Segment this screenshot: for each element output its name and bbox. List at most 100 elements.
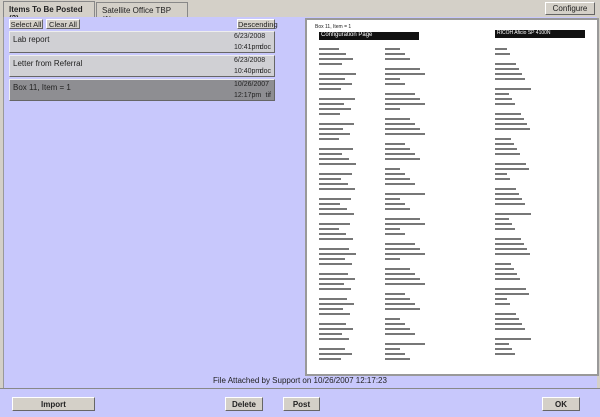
doc-text-line — [319, 213, 354, 215]
doc-text-line — [385, 158, 420, 160]
doc-text-line — [495, 113, 521, 115]
doc-text-line — [319, 333, 342, 335]
doc-text-line — [319, 248, 349, 250]
doc-text-line — [495, 163, 526, 165]
doc-text-line — [319, 73, 356, 75]
doc-text-line — [319, 228, 339, 230]
doc-text-line — [495, 98, 512, 100]
doc-text-line — [495, 143, 514, 145]
doc-text-line — [495, 343, 509, 345]
tab-items-to-be-posted[interactable]: Items To Be Posted (3) — [3, 1, 95, 23]
doc-text-line — [319, 233, 346, 235]
doc-text-line — [495, 228, 515, 230]
doc-text-line — [319, 183, 348, 185]
doc-text-line — [319, 323, 346, 325]
doc-text-line — [319, 348, 345, 350]
doc-text-line — [385, 68, 420, 70]
configure-button[interactable]: Configure — [545, 2, 595, 15]
doc-text-line — [319, 133, 350, 135]
doc-text-line — [319, 153, 342, 155]
doc-text-line — [385, 348, 400, 350]
doc-text-line — [385, 53, 405, 55]
item-type: doc — [259, 44, 271, 51]
doc-text-line — [385, 98, 420, 100]
doc-text-line — [319, 188, 355, 190]
doc-text-line — [319, 48, 339, 50]
doc-text-line — [319, 223, 350, 225]
doc-text-line — [495, 178, 510, 180]
tab-satellite-office[interactable]: Satellite Office TBP (1) — [96, 2, 188, 24]
doc-text-line — [385, 58, 410, 60]
delete-button[interactable]: Delete — [225, 397, 263, 411]
select-all-button[interactable]: Select All — [9, 19, 43, 29]
doc-text-line — [319, 258, 345, 260]
doc-text-line — [495, 303, 510, 305]
doc-text-line — [495, 198, 522, 200]
doc-text-line — [495, 78, 525, 80]
doc-text-line — [385, 248, 420, 250]
doc-text-line — [495, 238, 521, 240]
item-date: 6/23/2008 — [234, 57, 266, 64]
list-item-selected[interactable]: Box 11, Item = 1 10/26/2007 12:17pm tif — [9, 79, 275, 101]
doc-text-line — [385, 233, 405, 235]
doc-text-line — [385, 228, 400, 230]
list-item[interactable]: Letter from Referral 6/23/2008 10:40pm d… — [9, 55, 275, 77]
import-button[interactable]: Import — [12, 397, 95, 411]
doc-text-line — [385, 143, 405, 145]
doc-text-line — [319, 353, 352, 355]
doc-text-line — [495, 338, 531, 340]
item-time: 10:41pm — [234, 44, 262, 51]
doc-text-line — [385, 168, 400, 170]
doc-text-line — [385, 133, 425, 135]
doc-text-line — [495, 48, 507, 50]
doc-text-line — [385, 218, 420, 220]
doc-text-line — [385, 328, 410, 330]
doc-text-line — [319, 303, 354, 305]
doc-text-line — [319, 173, 352, 175]
doc-text-line — [495, 263, 511, 265]
doc-text-line — [319, 313, 350, 315]
ok-button[interactable]: OK — [542, 397, 580, 411]
doc-text-line — [385, 258, 400, 260]
doc-text-line — [319, 328, 353, 330]
doc-text-line — [495, 173, 507, 175]
doc-text-line — [385, 118, 410, 120]
doc-text-line — [385, 173, 405, 175]
doc-text-line — [319, 58, 353, 60]
doc-text-line — [385, 323, 405, 325]
doc-brand: RICOH Aficio SP 4100N — [495, 30, 585, 38]
doc-text-line — [495, 243, 524, 245]
doc-text-line — [319, 203, 340, 205]
doc-text-line — [319, 358, 341, 360]
doc-text-line — [495, 328, 525, 330]
doc-text-line — [385, 93, 415, 95]
doc-text-line — [319, 273, 348, 275]
doc-text-line — [495, 213, 531, 215]
doc-text-line — [495, 273, 517, 275]
clear-all-button[interactable]: Clear All — [46, 19, 80, 29]
list-item[interactable]: Lab report 6/23/2008 10:41pm doc — [9, 31, 275, 53]
doc-text-line — [385, 278, 420, 280]
document-preview[interactable]: Box 11, Item = 1 Configuration Page RICO… — [305, 18, 599, 376]
doc-text-line — [319, 178, 341, 180]
doc-text-line — [495, 63, 516, 65]
post-button[interactable]: Post — [283, 397, 320, 411]
doc-text-line — [495, 278, 520, 280]
sort-order-button[interactable]: Descending — [237, 19, 278, 29]
doc-text-line — [319, 128, 343, 130]
doc-text-line — [495, 323, 522, 325]
doc-text-line — [495, 223, 512, 225]
item-name: Lab report — [13, 35, 50, 44]
doc-text-line — [319, 163, 356, 165]
doc-text-line — [319, 98, 355, 100]
doc-text-line — [495, 68, 519, 70]
doc-text-line — [495, 188, 516, 190]
doc-text-line — [495, 353, 515, 355]
doc-text-line — [495, 123, 527, 125]
doc-text-line — [319, 338, 349, 340]
doc-text-line — [385, 203, 405, 205]
doc-text-line — [495, 218, 509, 220]
doc-text-line — [385, 268, 410, 270]
bottom-bar: Import Delete Post OK — [0, 388, 600, 417]
doc-text-line — [319, 298, 347, 300]
